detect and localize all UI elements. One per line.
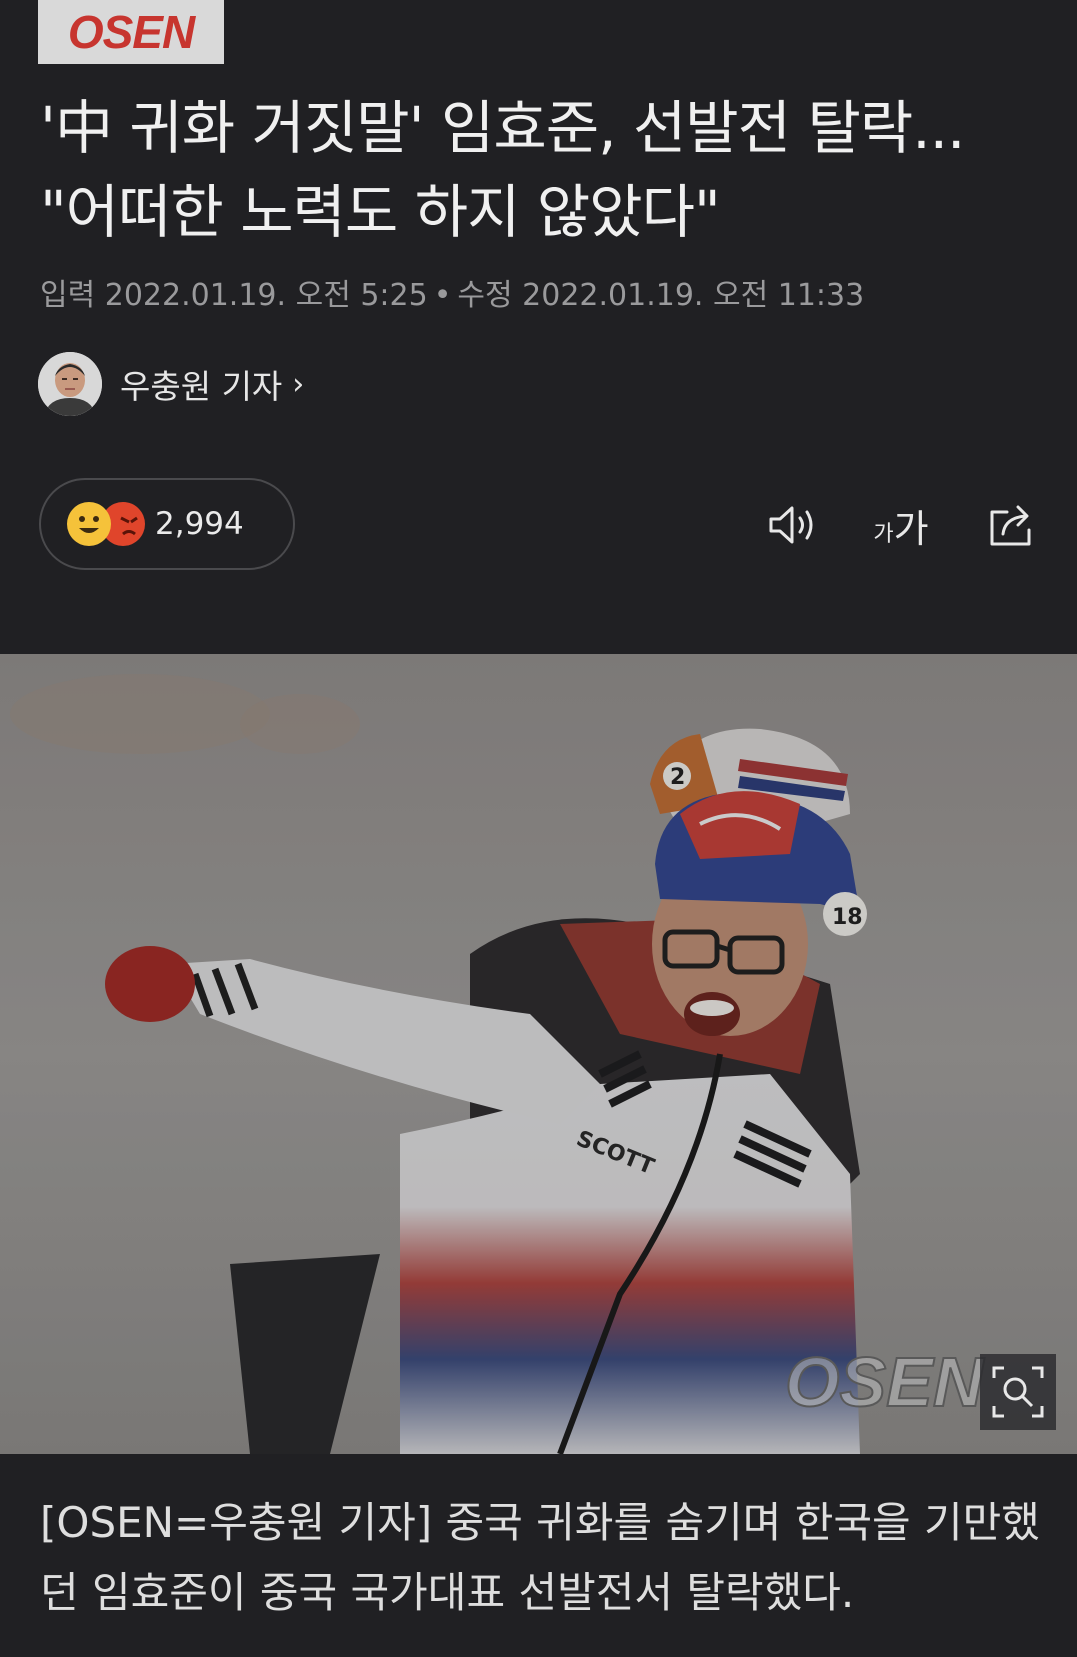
share-icon[interactable] (984, 500, 1040, 550)
smile-emoji-icon (67, 502, 111, 546)
publisher-logo[interactable]: OSEN (38, 0, 224, 64)
modified-label: 수정 (457, 278, 513, 313)
published-label: 입력 (40, 278, 96, 313)
published-date: 2022.01.19. 오전 5:25 (104, 278, 428, 313)
text-size-small-icon: 가 (873, 522, 894, 547)
article-photo[interactable]: 2 18 SCOTT OSEN (0, 654, 1077, 1454)
author-avatar (38, 352, 102, 416)
article-caption: [OSEN=우충원 기자] 중국 귀화를 숨기며 한국을 기만했던 임효준이 중… (40, 1498, 1040, 1617)
article-headline: '中 귀화 거짓말' 임효준, 선발전 탈락... "어떠한 노력도 하지 않았… (40, 94, 966, 246)
modified-date: 2022.01.19. 오전 11:33 (522, 278, 865, 313)
reaction-count: 2,994 (155, 506, 244, 542)
text-size-large-icon: 가 (893, 506, 929, 551)
reaction-button[interactable]: 2,994 (39, 478, 295, 570)
date-separator: • (433, 278, 452, 313)
zoom-icon[interactable] (980, 1354, 1056, 1430)
author-name[interactable]: 우충원 기자 (120, 360, 282, 408)
author-link[interactable]: 우충원 기자 › (38, 352, 304, 416)
text-size-button[interactable]: 가 가 (868, 500, 934, 551)
publisher-logo-text: OSEN (67, 6, 195, 58)
chevron-right-icon: › (292, 366, 305, 402)
speaker-icon[interactable] (765, 500, 821, 550)
article-dates: 입력 2022.01.19. 오전 5:25 • 수정 2022.01.19. 오전… (40, 270, 864, 314)
